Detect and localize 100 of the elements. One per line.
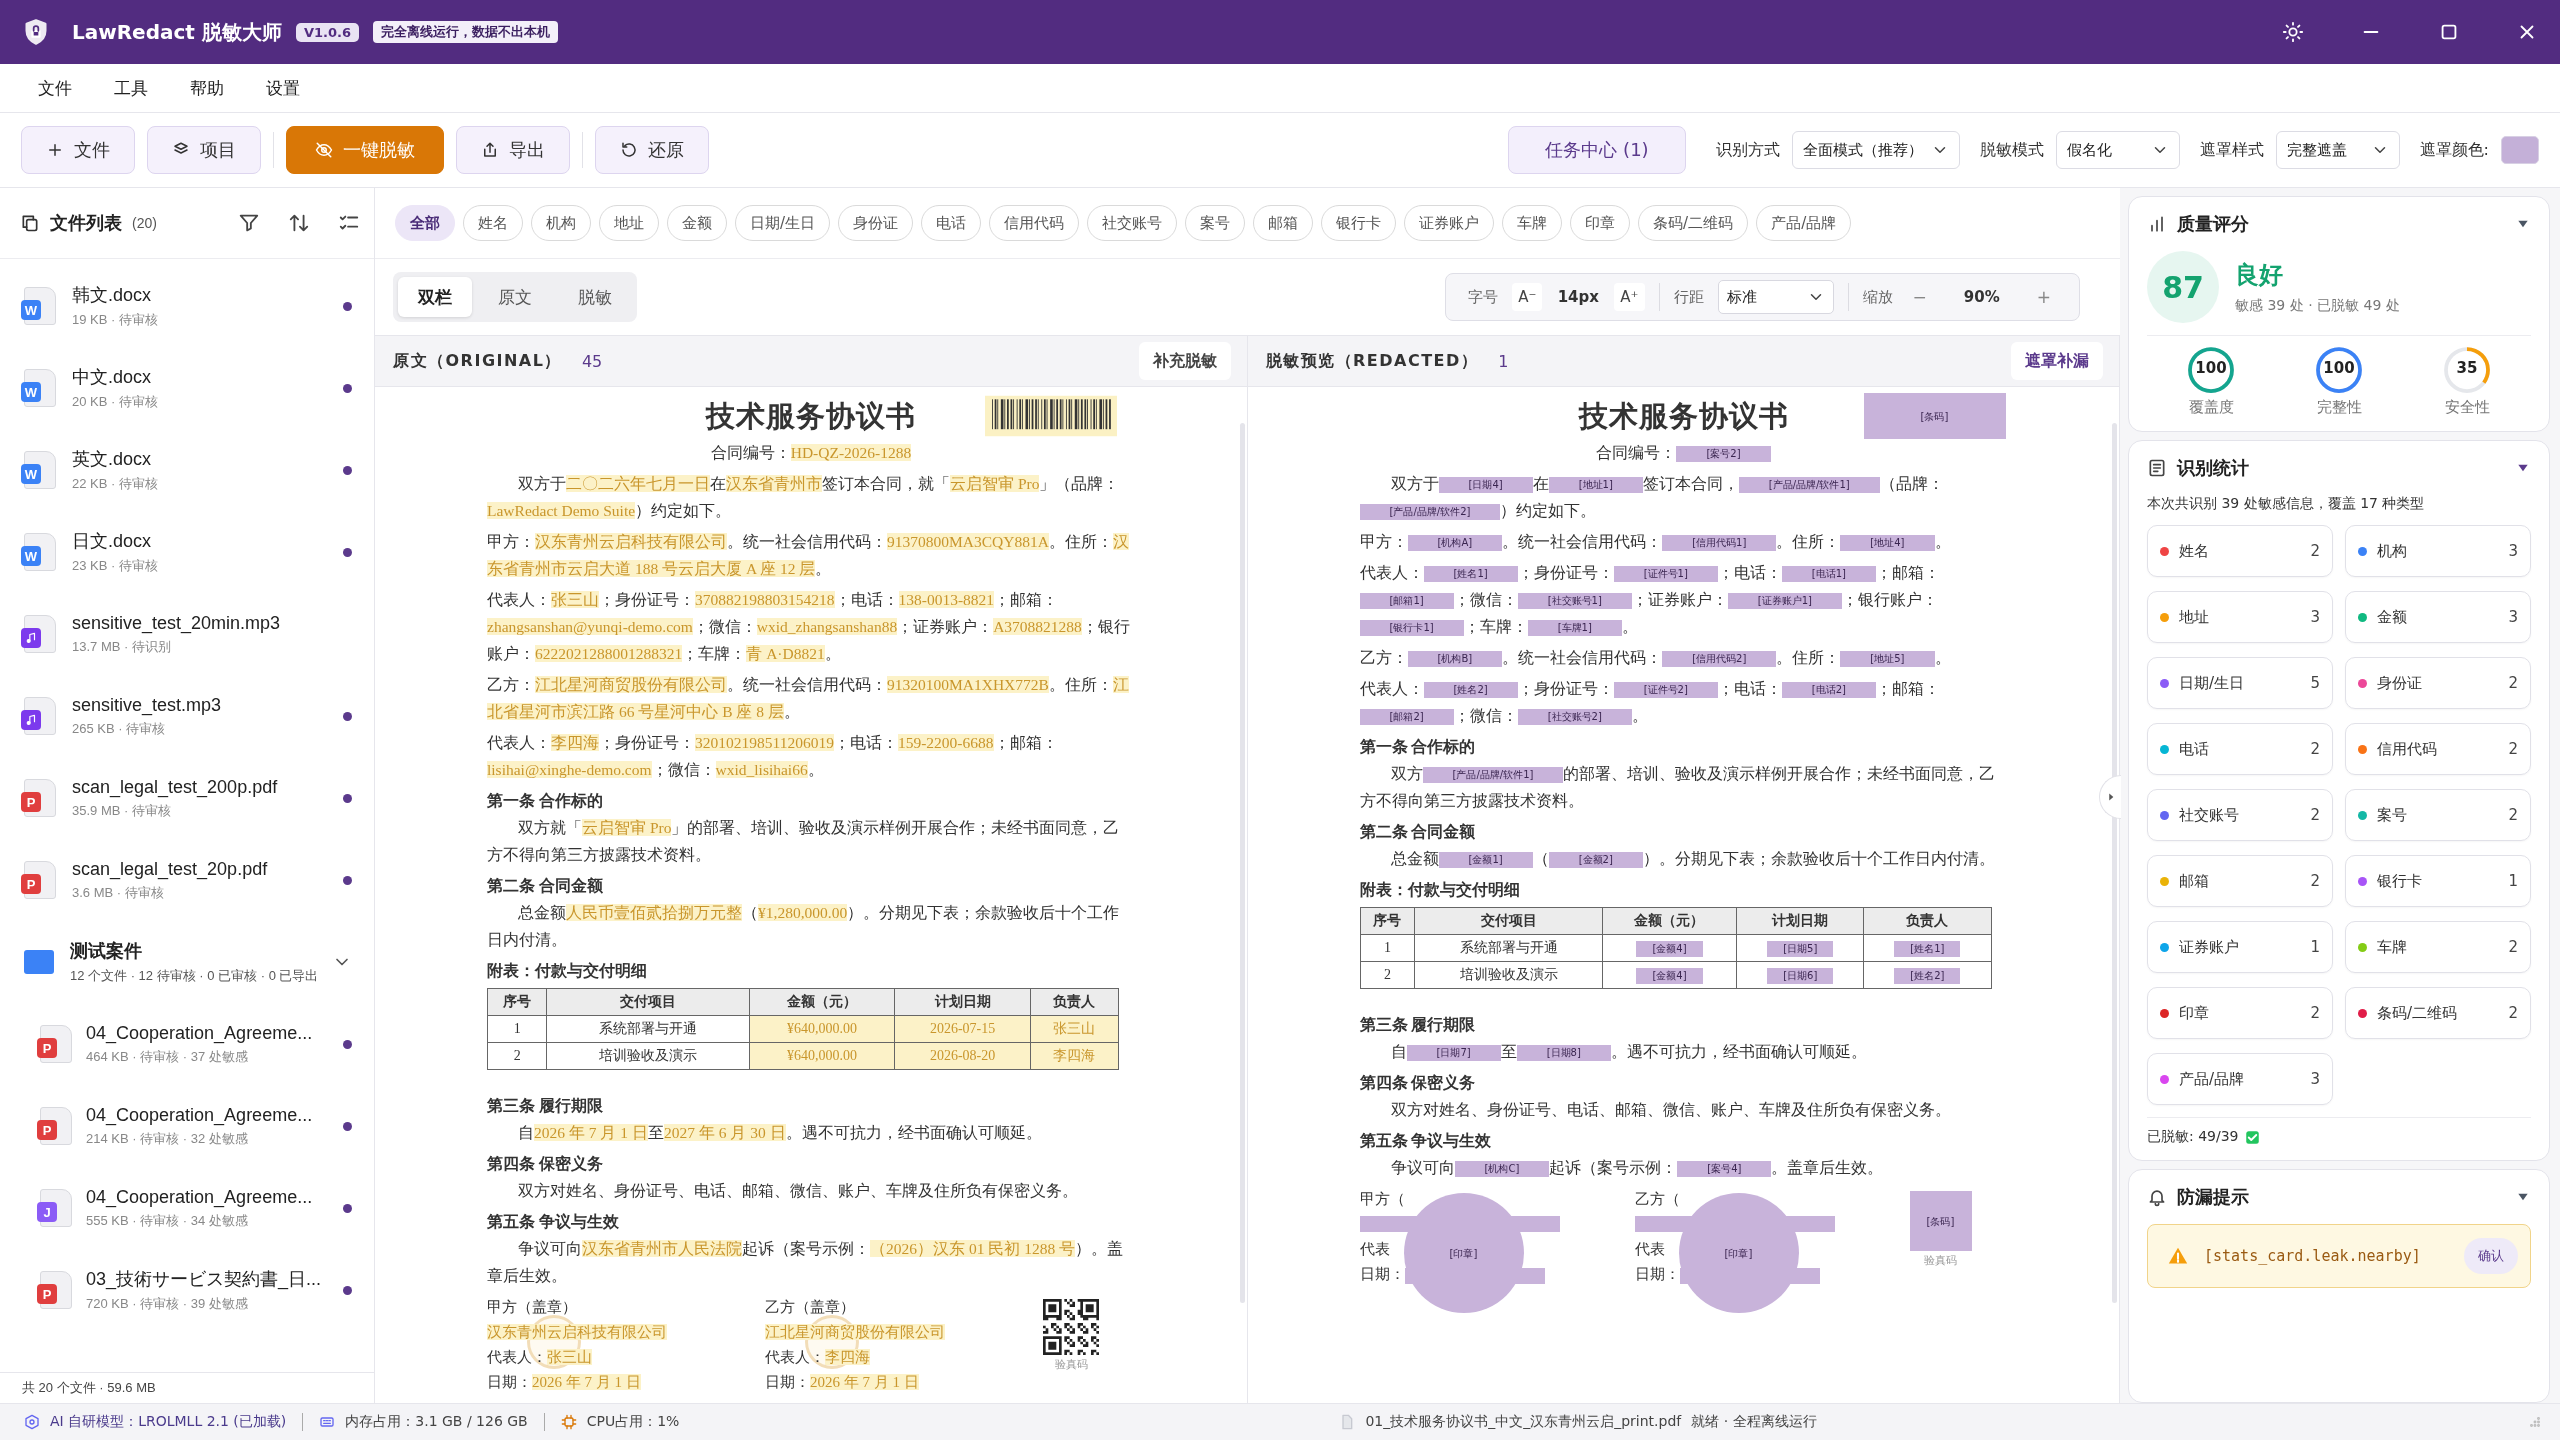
menu-item[interactable]: 设置 <box>266 76 300 100</box>
toolbar-button[interactable]: 导出 <box>456 126 570 174</box>
category-label: 条码/二维码 <box>2377 1003 2459 1023</box>
font-size-value: 14px <box>1556 288 1600 306</box>
filter-chip[interactable]: 社交账号 <box>1087 205 1178 241</box>
file-item[interactable]: sensitive_test.mp3 265 KB · 待审核 <box>0 675 374 757</box>
filter-chip[interactable]: 机构 <box>531 205 591 241</box>
file-item[interactable]: sensitive_test_20min.mp3 13.7 MB · 待识别 <box>0 593 374 675</box>
filter-icon[interactable] <box>238 212 260 234</box>
table-cell: 李四海 <box>1030 1042 1119 1070</box>
pane-action-button[interactable]: 遮罩补漏 <box>2011 342 2103 380</box>
theme-toggle-icon[interactable] <box>2282 21 2304 43</box>
menu-item[interactable]: 帮助 <box>190 76 224 100</box>
toolbar-button[interactable]: 项目 <box>147 126 261 174</box>
category-label: 银行卡 <box>2377 871 2423 891</box>
files-icon <box>20 213 40 233</box>
menu-item[interactable]: 工具 <box>114 76 148 100</box>
color-swatch[interactable] <box>2501 136 2539 164</box>
filter-chip[interactable]: 电话 <box>921 205 982 241</box>
category-count[interactable]: 社交账号 2 <box>2147 789 2333 841</box>
resize-grip-icon[interactable] <box>2528 1415 2542 1429</box>
file-item[interactable]: W 韩文.docx 19 KB · 待审核 <box>0 265 374 347</box>
file-item[interactable]: W 中文.docx 20 KB · 待审核 <box>0 347 374 429</box>
file-item[interactable]: W 英文.docx 22 KB · 待审核 <box>0 429 374 511</box>
view-tab[interactable]: 双栏 <box>398 277 472 317</box>
confirm-button[interactable]: 确认 <box>2464 1238 2518 1274</box>
toolbar-button[interactable]: 文件 <box>21 126 135 174</box>
filter-chip[interactable]: 全部 <box>395 205 455 241</box>
dropdown[interactable]: 完整遮盖 <box>2275 131 2400 169</box>
warning-icon <box>2168 1246 2188 1266</box>
file-icon: W <box>24 369 56 407</box>
collapse-handle[interactable] <box>2099 775 2121 819</box>
category-count[interactable]: 条码/二维码 2 <box>2345 987 2531 1039</box>
file-item[interactable]: P 04_Cooperation_Agreeme... 464 KB · 待审核 · 37 处敏感 <box>0 1003 374 1085</box>
filter-chip[interactable]: 车牌 <box>1502 205 1563 241</box>
category-count[interactable]: 信用代码 2 <box>2345 723 2531 775</box>
dropdown[interactable]: 假名化 <box>2055 131 2180 169</box>
filter-chip[interactable]: 银行卡 <box>1321 205 1397 241</box>
color-label: 遮罩颜色: <box>2419 139 2489 161</box>
category-count[interactable]: 姓名 2 <box>2147 525 2333 577</box>
memory-icon <box>319 1414 336 1430</box>
score-summary: 敏感 39 处 · 已脱敏 49 处 <box>2235 297 2400 315</box>
decrease-font-button[interactable]: A⁻ <box>1512 283 1543 311</box>
file-item[interactable]: P 03_技術サービス契約書_日... 720 KB · 待审核 · 39 处敏感 <box>0 1249 374 1331</box>
filter-chip[interactable]: 条码/二维码 <box>1638 205 1749 241</box>
category-count[interactable]: 产品/品牌 3 <box>2147 1053 2333 1105</box>
file-name: 中文.docx <box>72 366 152 389</box>
category-count[interactable]: 地址 3 <box>2147 591 2333 643</box>
filter-chip[interactable]: 金额 <box>667 205 727 241</box>
menu-item[interactable]: 文件 <box>38 76 72 100</box>
filter-chip[interactable]: 日期/生日 <box>735 205 831 241</box>
filter-chip[interactable]: 邮箱 <box>1253 205 1314 241</box>
category-count[interactable]: 日期/生日 5 <box>2147 657 2333 709</box>
category-label: 金额 <box>2377 607 2408 627</box>
category-count[interactable]: 印章 2 <box>2147 987 2333 1039</box>
file-item[interactable]: P 04_Cooperation_Agreeme... 214 KB · 待审核 · 32 处敏感 <box>0 1085 374 1167</box>
table-cell: 2026-07-15 <box>894 1015 1031 1043</box>
file-icon: W <box>24 451 56 489</box>
file-icon <box>24 615 56 653</box>
toolbar-button[interactable]: 还原 <box>595 126 709 174</box>
filter-chip[interactable]: 地址 <box>599 205 659 241</box>
increase-font-button[interactable]: A⁺ <box>1614 283 1645 311</box>
filter-chip[interactable]: 证券账户 <box>1404 205 1495 241</box>
category-label: 地址 <box>2179 607 2210 627</box>
file-item[interactable]: W 日文.docx 23 KB · 待审核 <box>0 511 374 593</box>
category-label: 车牌 <box>2377 937 2408 957</box>
file-item[interactable]: P scan_legal_test_20p.pdf 3.6 MB · 待审核 <box>0 839 374 921</box>
table-cell: ¥640,000.00 <box>749 1015 895 1043</box>
current-file: 01_技术服务协议书_中文_汉东青州云启_print.pdf <box>1365 1413 1682 1431</box>
filter-chip[interactable]: 身份证 <box>838 205 914 241</box>
category-count[interactable]: 银行卡 1 <box>2345 855 2531 907</box>
category-count[interactable]: 电话 2 <box>2147 723 2333 775</box>
file-item[interactable]: J 04_Cooperation_Agreeme... 555 KB · 待审核 · 34 处敏感 <box>0 1167 374 1249</box>
pane-action-button[interactable]: 补充脱敏 <box>1138 342 1231 380</box>
view-tab[interactable]: 脱敏 <box>558 277 632 317</box>
doc-paragraph: 代表人：李四海；身份证号：320102198511206019；电话：159-2200-6688；邮箱： lisihai@xinghe-demo.com；微信：wxid_lisihai66。 <box>487 733 1059 780</box>
view-tab[interactable]: 原文 <box>478 277 552 317</box>
category-count[interactable]: 证券账户 1 <box>2147 921 2333 973</box>
redaction-mask: [条码] <box>1863 393 2006 439</box>
filter-chip[interactable]: 信用代码 <box>989 205 1080 241</box>
table-header: 交付项目 <box>546 988 750 1016</box>
dropdown[interactable]: 全面模式（推荐） <box>1791 131 1960 169</box>
sort-icon[interactable] <box>288 212 310 234</box>
category-count[interactable]: 车牌 2 <box>2345 921 2531 973</box>
line-spacing-dropdown[interactable]: 标准 <box>1717 280 1834 314</box>
file-name: sensitive_test_20min.mp3 <box>72 612 281 634</box>
folder-item[interactable]: 测试案件 12 个文件 · 12 待审核 · 0 已审核 · 0 已导出 <box>0 921 374 1003</box>
filter-chip[interactable]: 案号 <box>1185 205 1246 241</box>
category-count[interactable]: 邮箱 2 <box>2147 855 2333 907</box>
category-count[interactable]: 案号 2 <box>2345 789 2531 841</box>
category-count[interactable]: 金额 3 <box>2345 591 2531 643</box>
filter-chip[interactable]: 产品/品牌 <box>1756 205 1852 241</box>
file-item[interactable]: P scan_legal_test_200p.pdf 35.9 MB · 待审核 <box>0 757 374 839</box>
filter-chip[interactable]: 姓名 <box>463 205 523 241</box>
redacted-total: 已脱敏: 49/39 <box>2147 1128 2239 1146</box>
category-count[interactable]: 身份证 2 <box>2345 657 2531 709</box>
filter-chip[interactable]: 印章 <box>1570 205 1631 241</box>
file-name: 04_Cooperation_Agreeme... <box>86 1022 313 1044</box>
category-count[interactable]: 机构 3 <box>2345 525 2531 577</box>
task-center-button[interactable]: 任务中心 (1) <box>1508 126 1686 174</box>
